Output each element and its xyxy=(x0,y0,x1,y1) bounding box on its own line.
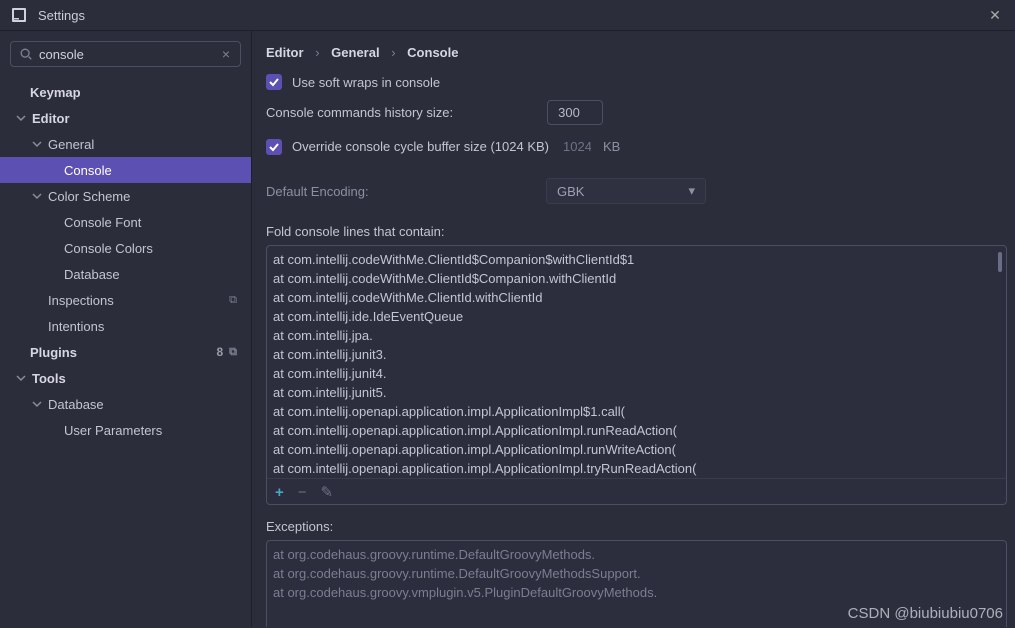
fold-listbox: at com.intellij.codeWithMe.ClientId$Comp… xyxy=(266,245,1007,505)
list-item[interactable]: at com.intellij.codeWithMe.ClientId$Comp… xyxy=(273,250,1000,269)
search-input-wrap: × xyxy=(10,41,241,67)
label-history-size: Console commands history size: xyxy=(266,105,453,120)
tree-item-user-parameters[interactable]: User Parameters xyxy=(0,417,251,443)
chevron-down-icon xyxy=(30,137,44,151)
copy-icon: ⧉ xyxy=(229,294,237,307)
search-input[interactable] xyxy=(39,47,220,62)
label-kb: KB xyxy=(603,139,620,154)
exceptions-items[interactable]: at org.codehaus.groovy.runtime.DefaultGr… xyxy=(267,541,1006,627)
tree-item-console-colors[interactable]: Console Colors xyxy=(0,235,251,261)
list-item[interactable]: at org.codehaus.groovy.runtime.DefaultGr… xyxy=(273,564,1000,583)
chevron-down-icon xyxy=(30,189,44,203)
select-encoding-value: GBK xyxy=(557,184,584,199)
tree-item-intentions[interactable]: Intentions xyxy=(0,313,251,339)
chevron-down-icon: ▾ xyxy=(688,183,695,199)
breadcrumb: Editor › General › Console xyxy=(266,45,1015,60)
label-exceptions: Exceptions: xyxy=(266,519,1015,534)
close-icon[interactable]: ✕ xyxy=(985,7,1005,24)
label-override-buffer: Override console cycle buffer size (1024… xyxy=(292,139,549,154)
settings-tree: Keymap Editor General Console Color Sche… xyxy=(0,75,251,627)
tree-item-console[interactable]: Console xyxy=(0,157,251,183)
crumb-sep: › xyxy=(315,45,319,60)
scrollbar-thumb[interactable] xyxy=(998,252,1002,272)
sidebar: × Keymap Editor General Console Color Sc… xyxy=(0,31,252,627)
list-item[interactable]: at com.intellij.junit5. xyxy=(273,383,1000,402)
tree-item-console-font[interactable]: Console Font xyxy=(0,209,251,235)
app-icon xyxy=(10,6,28,24)
label-encoding: Default Encoding: xyxy=(266,184,546,199)
list-item[interactable]: at com.intellij.codeWithMe.ClientId.with… xyxy=(273,288,1000,307)
input-buffer-size[interactable] xyxy=(557,135,597,158)
main-panel: Editor › General › Console Use soft wrap… xyxy=(252,31,1015,627)
checkbox-soft-wraps[interactable] xyxy=(266,74,282,90)
plugins-count: 8 xyxy=(216,345,223,359)
label-soft-wraps: Use soft wraps in console xyxy=(292,75,440,90)
list-item[interactable]: at com.intellij.ide.IdeEventQueue xyxy=(273,307,1000,326)
tree-item-plugins[interactable]: Plugins8⧉ xyxy=(0,339,251,365)
titlebar: Settings ✕ xyxy=(0,0,1015,31)
input-history-size[interactable] xyxy=(547,100,603,125)
add-button[interactable]: + xyxy=(275,485,284,500)
list-item[interactable]: at com.intellij.junit4. xyxy=(273,364,1000,383)
row-override-buffer: Override console cycle buffer size (1024… xyxy=(266,135,1015,158)
list-item[interactable]: at com.intellij.openapi.application.impl… xyxy=(273,459,1000,478)
clear-icon[interactable]: × xyxy=(220,46,232,62)
list-item[interactable]: at org.codehaus.groovy.runtime.DefaultGr… xyxy=(273,545,1000,564)
list-item[interactable]: at com.intellij.openapi.application.impl… xyxy=(273,440,1000,459)
row-soft-wraps: Use soft wraps in console xyxy=(266,74,1015,90)
crumb-editor[interactable]: Editor xyxy=(266,45,304,60)
tree-item-keymap[interactable]: Keymap xyxy=(0,79,251,105)
tree-item-inspections[interactable]: Inspections⧉ xyxy=(0,287,251,313)
list-item[interactable]: at com.intellij.jpa. xyxy=(273,326,1000,345)
edit-button[interactable]: ✎ xyxy=(321,485,334,500)
window-title: Settings xyxy=(38,8,985,23)
tree-item-general[interactable]: General xyxy=(0,131,251,157)
remove-button[interactable]: − xyxy=(298,485,307,500)
chevron-down-icon xyxy=(14,111,28,125)
row-encoding: Default Encoding: GBK ▾ xyxy=(266,178,1015,204)
tree-item-scheme-database[interactable]: Database xyxy=(0,261,251,287)
tree-item-editor[interactable]: Editor xyxy=(0,105,251,131)
crumb-console[interactable]: Console xyxy=(407,45,458,60)
list-item[interactable]: at com.intellij.openapi.application.impl… xyxy=(273,402,1000,421)
crumb-general[interactable]: General xyxy=(331,45,379,60)
tree-item-tools-database[interactable]: Database xyxy=(0,391,251,417)
chevron-down-icon xyxy=(14,371,28,385)
checkbox-override-buffer[interactable] xyxy=(266,139,282,155)
list-item[interactable]: at com.intellij.junit3. xyxy=(273,345,1000,364)
chevron-down-icon xyxy=(30,397,44,411)
label-fold: Fold console lines that contain: xyxy=(266,224,1015,239)
tree-item-color-scheme[interactable]: Color Scheme xyxy=(0,183,251,209)
list-item[interactable]: at com.intellij.openapi.application.impl… xyxy=(273,421,1000,440)
fold-toolbar: + − ✎ xyxy=(267,478,1006,506)
crumb-sep: › xyxy=(391,45,395,60)
tree-item-tools[interactable]: Tools xyxy=(0,365,251,391)
row-history-size: Console commands history size: xyxy=(266,100,1015,125)
search-icon xyxy=(19,47,33,61)
copy-icon: ⧉ xyxy=(229,346,237,359)
fold-items[interactable]: at com.intellij.codeWithMe.ClientId$Comp… xyxy=(267,246,1006,478)
exceptions-listbox: at org.codehaus.groovy.runtime.DefaultGr… xyxy=(266,540,1007,627)
list-item[interactable]: at com.intellij.codeWithMe.ClientId$Comp… xyxy=(273,269,1000,288)
list-item[interactable]: at org.codehaus.groovy.vmplugin.v5.Plugi… xyxy=(273,583,1000,602)
select-encoding[interactable]: GBK ▾ xyxy=(546,178,706,204)
